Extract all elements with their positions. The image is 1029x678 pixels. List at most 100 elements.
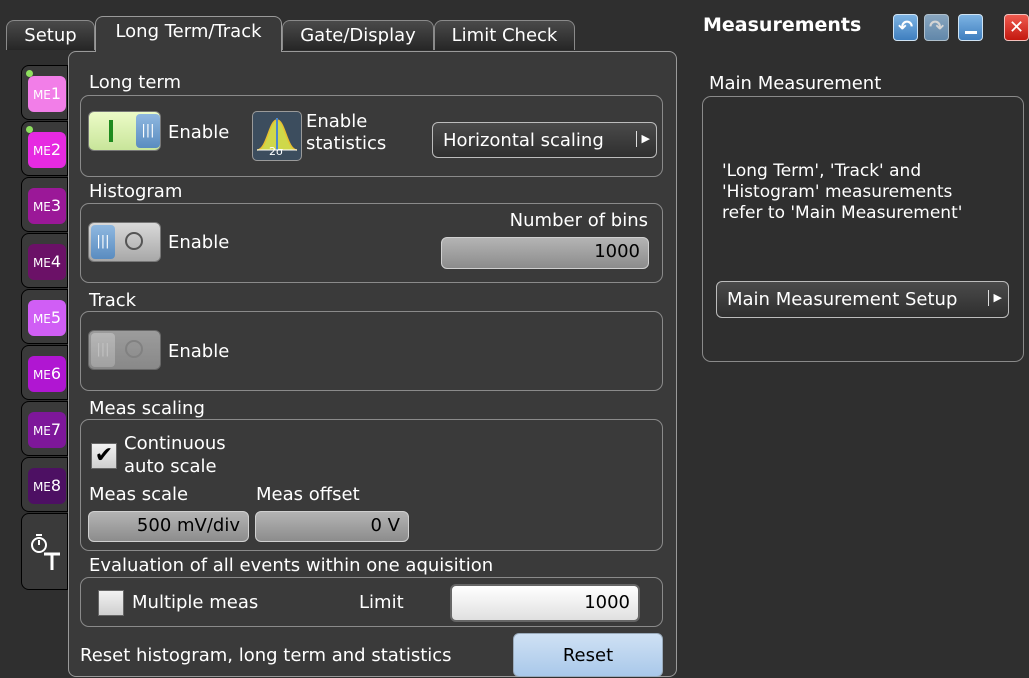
horizontal-scaling-label: Horizontal scaling <box>443 129 604 151</box>
side-tab-add-measurement[interactable] <box>21 513 68 590</box>
auto-scale-line2: auto scale <box>124 456 217 477</box>
side-tab-me2[interactable]: ME2 <box>21 121 68 176</box>
on-indicator <box>109 120 113 142</box>
measurement-number: 3 <box>50 196 62 215</box>
histogram-enable-toggle[interactable]: ||| <box>88 222 161 262</box>
stats-label-line1: Enable <box>306 111 368 132</box>
measurement-badge: ME1 <box>28 76 66 112</box>
measurement-badge: ME8 <box>28 468 66 504</box>
close-button[interactable]: ✕ <box>1004 14 1029 41</box>
number-of-bins-field[interactable]: 1000 <box>441 237 649 269</box>
measurement-badge: ME3 <box>28 188 66 224</box>
evaluation-heading: Evaluation of all events within one aqui… <box>89 555 494 576</box>
measurement-number: 2 <box>50 140 62 159</box>
side-tab-me4[interactable]: ME4 <box>21 233 68 288</box>
measurement-badge: ME5 <box>28 300 66 336</box>
meas-scale-label: Meas scale <box>89 484 189 505</box>
meas-scale-field[interactable]: 500 mV/div <box>88 511 249 542</box>
measurement-prefix: ME <box>32 144 51 158</box>
redo-button[interactable]: ↷ <box>924 14 949 41</box>
tab-limit-check[interactable]: Limit Check <box>434 20 575 50</box>
histogram-heading: Histogram <box>89 181 183 202</box>
info-line3: refer to 'Main Measurement' <box>722 203 963 223</box>
histogram-enable-label: Enable <box>168 232 230 253</box>
main-measurement-group <box>702 96 1024 362</box>
limit-field[interactable]: 1000 <box>450 584 640 622</box>
tab-label: Gate/Display <box>300 25 416 46</box>
redo-icon: ↷ <box>928 17 945 38</box>
measurement-prefix: ME <box>32 88 51 102</box>
measurement-number: 8 <box>50 476 62 495</box>
side-tab-me5[interactable]: ME5 <box>21 289 68 344</box>
off-indicator <box>125 340 143 358</box>
track-enable-label: Enable <box>168 341 230 362</box>
side-tab-me7[interactable]: ME7 <box>21 401 68 456</box>
stats-label-line2: statistics <box>306 133 387 154</box>
measurement-number: 5 <box>50 308 62 327</box>
track-heading: Track <box>89 290 137 311</box>
continuous-auto-scale-label: Continuous auto scale <box>124 432 226 478</box>
measurement-badge: ME7 <box>28 412 66 448</box>
meas-scaling-heading: Meas scaling <box>89 398 205 419</box>
measurement-badge: ME4 <box>28 244 66 280</box>
tab-gate-display[interactable]: Gate/Display <box>282 20 434 50</box>
horizontal-scaling-button[interactable]: Horizontal scaling ▶ <box>432 122 657 158</box>
measurement-badge: ME2 <box>28 132 66 168</box>
number-of-bins-label: Number of bins <box>509 210 648 231</box>
stats-icon-text: 2σ <box>269 145 283 158</box>
measurement-prefix: ME <box>32 200 51 214</box>
multiple-meas-label: Multiple meas <box>132 592 259 613</box>
main-measurement-setup-label: Main Measurement Setup <box>727 289 958 310</box>
measurement-number: 4 <box>50 252 62 271</box>
track-enable-toggle[interactable]: ||| <box>88 330 161 370</box>
off-indicator <box>125 232 143 250</box>
measurement-prefix: ME <box>32 312 51 326</box>
enable-statistics-label: Enable statistics <box>306 111 386 155</box>
info-line2: 'Histogram' measurements <box>722 182 953 202</box>
measurement-prefix: ME <box>32 368 51 382</box>
side-tab-me6[interactable]: ME6 <box>21 345 68 400</box>
side-tab-me3[interactable]: ME3 <box>21 177 68 232</box>
submenu-arrow-icon: ▶ <box>635 131 650 147</box>
multiple-meas-checkbox[interactable] <box>98 590 124 616</box>
reset-button[interactable]: Reset <box>513 633 663 677</box>
meas-offset-field[interactable]: 0 V <box>255 511 409 542</box>
checkmark-icon: ✔ <box>94 443 114 468</box>
stopwatch-add-icon <box>31 534 60 570</box>
measurement-number: 1 <box>50 84 62 103</box>
measurement-badge: ME6 <box>28 356 66 392</box>
main-measurement-setup-button[interactable]: Main Measurement Setup ▶ <box>716 281 1009 318</box>
dialog-title: Measurements <box>703 14 862 36</box>
toggle-knob: ||| <box>91 333 115 367</box>
limit-label: Limit <box>359 592 404 613</box>
measurement-prefix: ME <box>32 256 51 270</box>
tab-label: Long Term/Track <box>115 21 262 42</box>
tab-label: Setup <box>24 25 77 46</box>
measurement-prefix: ME <box>32 424 51 438</box>
main-measurement-heading: Main Measurement <box>709 73 882 94</box>
submenu-arrow-icon: ▶ <box>987 290 1002 306</box>
measurement-number: 7 <box>50 420 62 439</box>
meas-offset-label: Meas offset <box>256 484 360 505</box>
measurement-prefix: ME <box>32 480 51 494</box>
reset-description: Reset histogram, long term and statistic… <box>80 645 452 666</box>
close-icon: ✕ <box>1008 17 1025 38</box>
long-term-enable-toggle[interactable]: ||| <box>88 111 161 151</box>
side-tab-me1[interactable]: ME1 <box>21 65 68 120</box>
long-term-enable-label: Enable <box>168 122 230 143</box>
enable-statistics-button[interactable]: 2σ <box>252 111 302 161</box>
active-led-icon <box>26 70 33 77</box>
auto-scale-line1: Continuous <box>124 433 226 454</box>
long-term-heading: Long term <box>89 72 182 93</box>
tab-label: Limit Check <box>451 25 558 46</box>
continuous-auto-scale-checkbox[interactable]: ✔ <box>91 443 117 469</box>
side-tab-me8[interactable]: ME8 <box>21 457 68 512</box>
undo-icon: ↶ <box>897 17 914 38</box>
toggle-knob: ||| <box>91 225 115 259</box>
tab-long-term-track[interactable]: Long Term/Track <box>95 16 282 52</box>
minimize-button[interactable] <box>958 14 983 41</box>
minimize-icon <box>964 31 977 34</box>
tab-setup[interactable]: Setup <box>6 20 95 50</box>
info-line1: 'Long Term', 'Track' and <box>722 161 922 181</box>
undo-button[interactable]: ↶ <box>893 14 918 41</box>
